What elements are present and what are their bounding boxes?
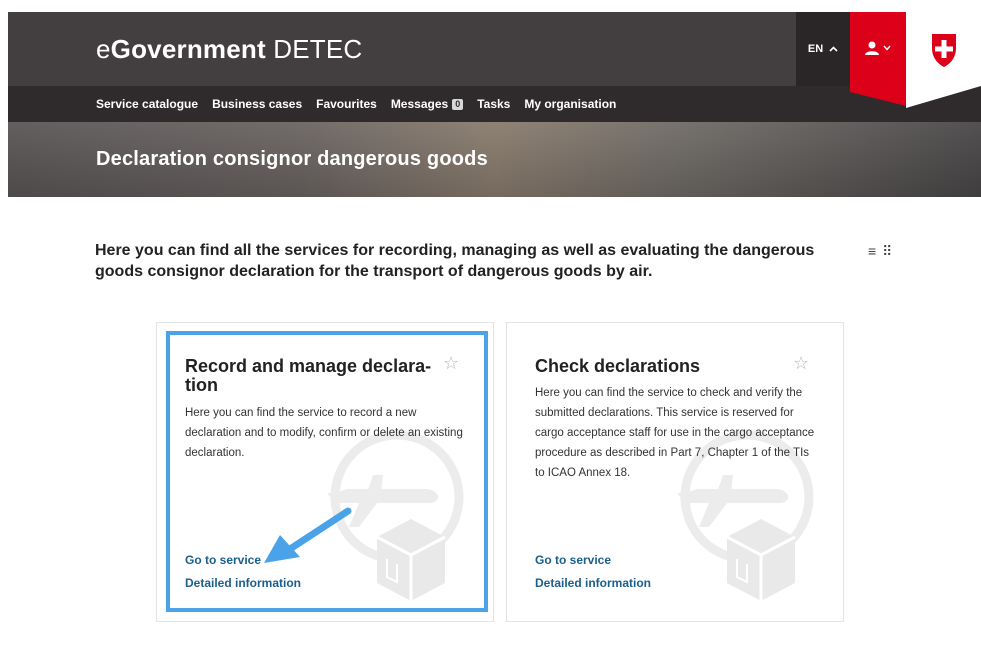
service-card-check-declarations: Check declarations ☆ Here you can find t… — [506, 322, 844, 622]
brand-prefix: e — [96, 34, 111, 64]
brand-logo[interactable]: eGovernment DETEC — [96, 34, 362, 65]
user-menu-tail — [850, 92, 906, 106]
list-view-icon[interactable]: ≡ — [868, 243, 876, 260]
card-description: Here you can find the service to check a… — [535, 387, 815, 479]
chevron-down-icon — [883, 45, 891, 51]
nav-label: Service catalogue — [96, 97, 199, 111]
detailed-information-link[interactable]: Detailed information — [185, 576, 301, 590]
nav-service-catalogue[interactable]: Service catalogue — [96, 97, 198, 111]
detailed-information-link[interactable]: Detailed information — [535, 576, 651, 590]
top-header: eGovernment DETEC EN — [8, 12, 981, 86]
nav-business-cases[interactable]: Business cases — [212, 97, 302, 111]
user-icon — [864, 38, 894, 58]
view-toggle: ≡ ⠿ — [868, 243, 892, 260]
favourite-star-icon[interactable]: ☆ — [443, 353, 459, 374]
page-hero: Declaration consignor dangerous goods — [8, 122, 981, 197]
language-selector[interactable]: EN — [796, 12, 850, 86]
nav-label: Favourites — [316, 97, 377, 111]
nav-tasks[interactable]: Tasks — [477, 97, 510, 111]
card-description: Here you can find the service to record … — [185, 407, 463, 459]
swiss-flag-logo[interactable] — [906, 12, 981, 108]
nav-label: Tasks — [477, 97, 511, 111]
nav-label: My organisation — [524, 97, 617, 111]
go-to-service-link[interactable]: Go to service — [185, 553, 261, 567]
language-label: EN — [807, 43, 824, 55]
card-title: Record and manage declara-tion — [185, 356, 432, 395]
messages-count-badge: 0 — [452, 98, 464, 110]
nav-messages[interactable]: Messages 0 — [390, 97, 464, 111]
brand-suffix: DETEC — [265, 34, 363, 64]
go-to-service-link[interactable]: Go to service — [535, 553, 611, 567]
brand-bold: Government — [110, 34, 266, 64]
main-nav: Service catalogue Business cases Favouri… — [8, 86, 981, 122]
nav-my-organisation[interactable]: My organisation — [524, 97, 616, 111]
grid-view-icon[interactable]: ⠿ — [882, 243, 892, 260]
intro-text: Here you can find all the services for r… — [95, 242, 815, 280]
nav-favourites[interactable]: Favourites — [316, 97, 377, 111]
nav-label: Messages — [390, 97, 449, 111]
chevron-up-icon — [829, 44, 838, 55]
page-title: Declaration consignor dangerous goods — [96, 148, 488, 170]
user-menu-button[interactable] — [850, 12, 906, 92]
favourite-star-icon[interactable]: ☆ — [793, 353, 809, 374]
card-title: Check declarations — [535, 356, 701, 376]
nav-label: Business cases — [212, 97, 303, 111]
service-card-record-manage: Record and manage declara-tion ☆ Here yo… — [156, 322, 494, 622]
